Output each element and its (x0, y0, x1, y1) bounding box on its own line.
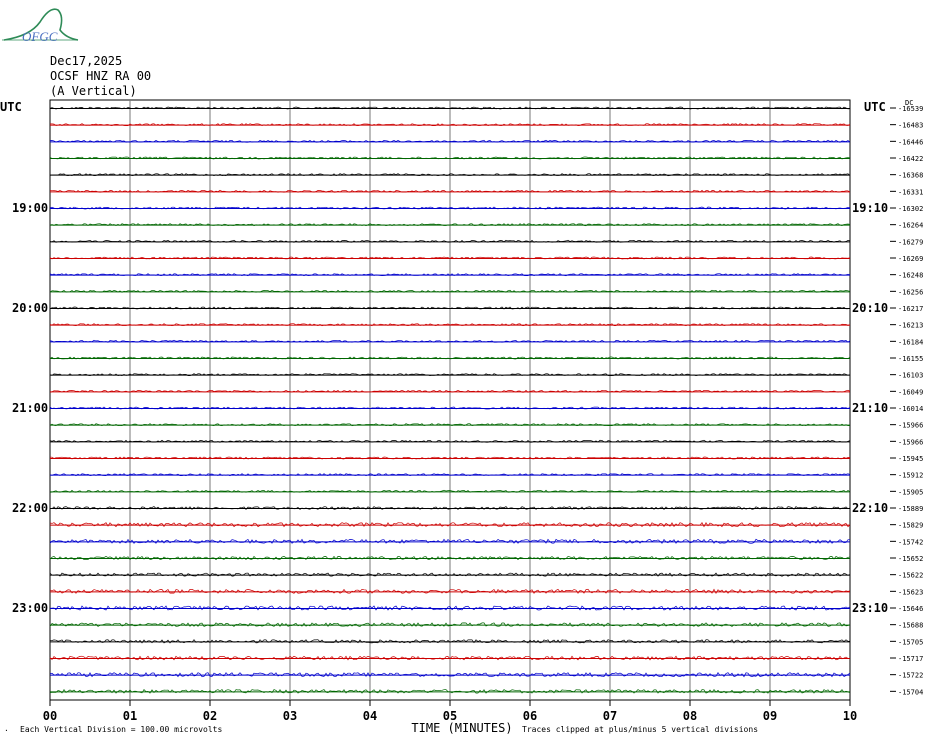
dc-offset-label: -16302 (898, 205, 923, 213)
left-time-label: 23:00 (12, 601, 48, 615)
right-time-label: 20:10 (852, 301, 888, 315)
vertical-division-note: Each Vertical Division = 100.00 microvol… (20, 725, 223, 734)
clipping-note: Traces clipped at plus/minus 5 vertical … (522, 725, 759, 734)
dc-offset-label: -16279 (898, 238, 923, 246)
dc-offset-label: -15945 (898, 455, 923, 463)
right-time-label: 23:10 (852, 601, 888, 615)
dc-offset-label: -15905 (898, 488, 923, 496)
dc-offset-label: -16264 (898, 222, 923, 230)
dc-offset-label: -16049 (898, 388, 923, 396)
left-time-label: 22:00 (12, 501, 48, 515)
dc-offset-label: -16539 (898, 105, 923, 113)
dc-offset-label: -16014 (898, 405, 923, 413)
dc-offset-label: -15652 (898, 555, 923, 563)
dc-offset-label: -15705 (898, 638, 923, 646)
dc-offset-label: -16256 (898, 288, 923, 296)
x-axis-label: TIME (MINUTES) (411, 721, 512, 735)
dc-offset-label: -15966 (898, 422, 923, 430)
dc-offset-label: -16184 (898, 338, 923, 346)
x-tick-label: 00 (43, 709, 57, 723)
x-tick-label: 02 (203, 709, 217, 723)
dc-offset-label: -16155 (898, 355, 923, 363)
dc-offset-label: -15722 (898, 672, 923, 680)
dc-offset-label: -15688 (898, 622, 923, 630)
right-time-label: 22:10 (852, 501, 888, 515)
dc-offset-label: -16368 (898, 172, 923, 180)
dc-offset-label: -15717 (898, 655, 923, 663)
dc-offset-label: -15829 (898, 522, 923, 530)
left-utc-label: UTC (0, 100, 22, 114)
dc-offset-label: -16103 (898, 372, 923, 380)
helicorder-plot: 00 01 02 03 04 05 06 07 08 09 10TIME (MINUTES)UTC U… (0, 99, 923, 735)
dc-offset-label: -15742 (898, 538, 923, 546)
x-tick-label: 04 (363, 709, 377, 723)
x-tick-label: 03 (283, 709, 297, 723)
dc-offset-label: -15889 (898, 505, 923, 513)
left-time-label: 19:00 (12, 201, 48, 215)
dc-offset-label: -15646 (898, 605, 923, 613)
dc-offset-label: -16446 (898, 138, 923, 146)
dc-offset-label: -15912 (898, 472, 923, 480)
right-time-label: 21:10 (852, 401, 888, 415)
x-tick-label: 09 (763, 709, 777, 723)
left-time-label: 21:00 (12, 401, 48, 415)
left-time-label: 20:00 (12, 301, 48, 315)
dc-offset-label: -16483 (898, 122, 923, 130)
dc-offset-label: -16269 (898, 255, 923, 263)
dc-offset-label: -15623 (898, 588, 923, 596)
dc-offset-label: -16331 (898, 188, 923, 196)
x-tick-label: 07 (603, 709, 617, 723)
right-utc-label: UTC (864, 100, 886, 114)
x-tick-label: 10 (843, 709, 857, 723)
right-time-label: 19:10 (852, 201, 888, 215)
dc-offset-label: -16422 (898, 155, 923, 163)
dc-offset-label: -16213 (898, 322, 923, 330)
dc-offset-label: -15704 (898, 688, 923, 696)
dc-offset-label: -16248 (898, 272, 923, 280)
dc-offset-label: -15966 (898, 438, 923, 446)
scale-note-icon: . (4, 724, 9, 733)
dc-offset-label: -15622 (898, 572, 923, 580)
x-tick-label: 06 (523, 709, 537, 723)
x-tick-label: 08 (683, 709, 697, 723)
dc-offset-label: -16217 (898, 305, 923, 313)
x-tick-label: 01 (123, 709, 137, 723)
